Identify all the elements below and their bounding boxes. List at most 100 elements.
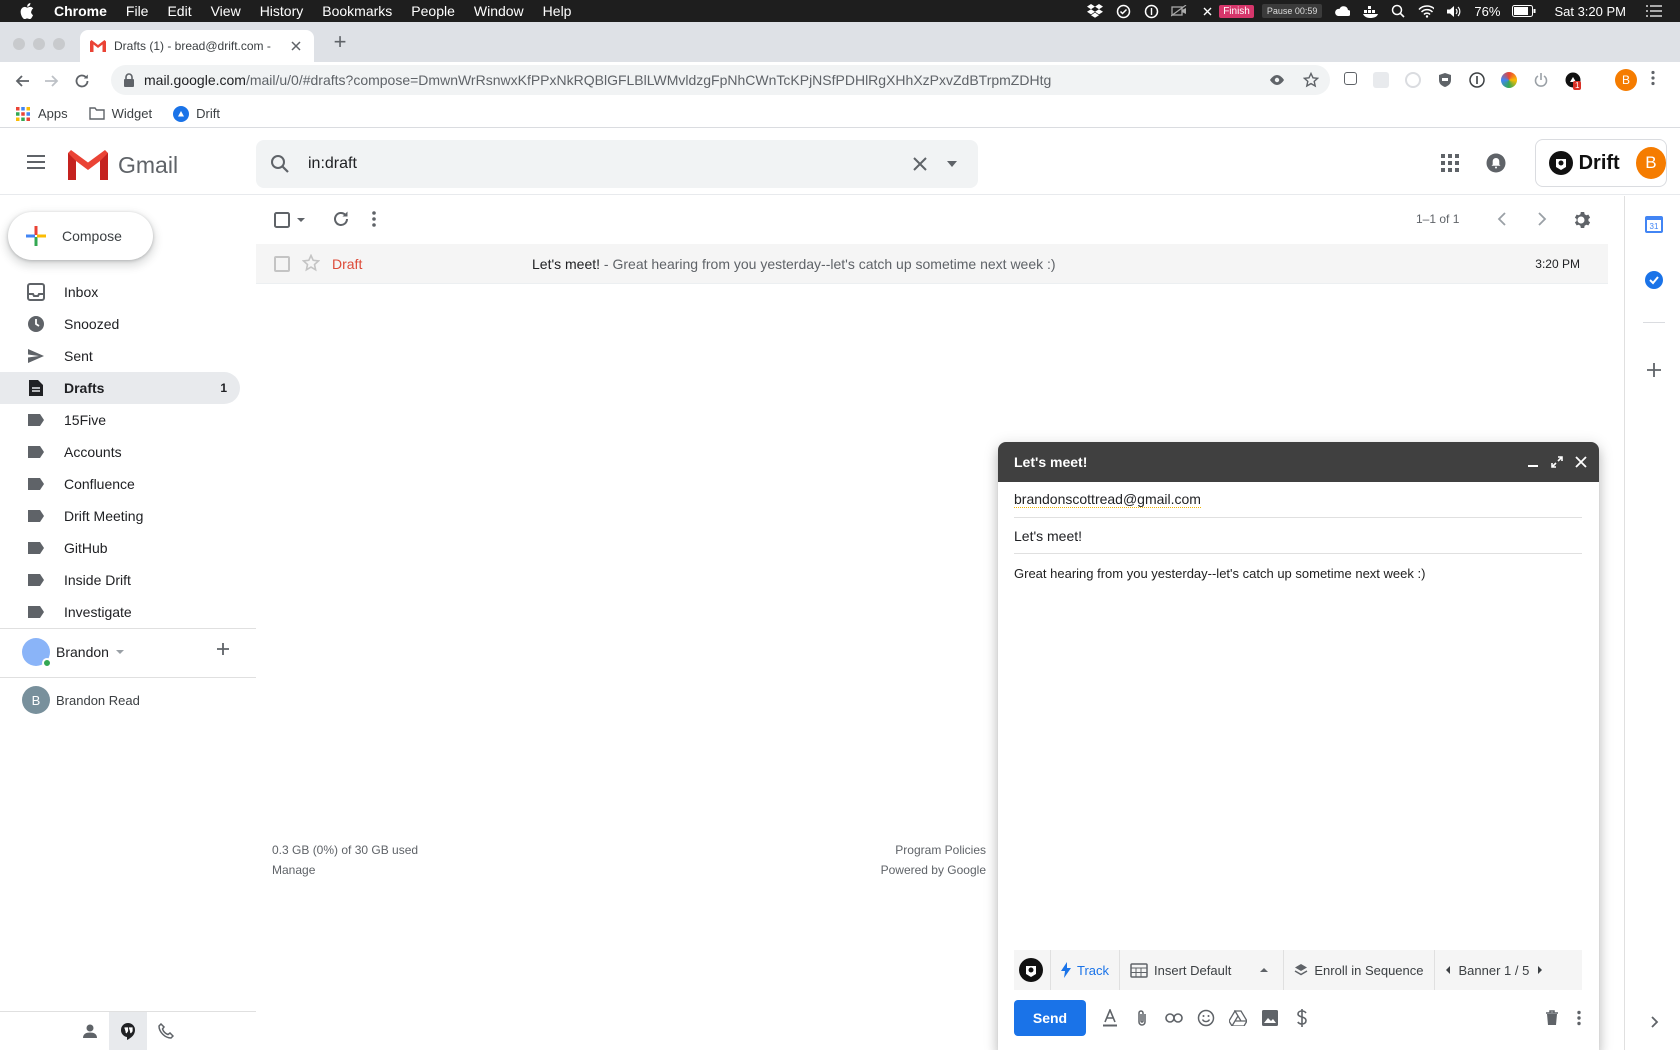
minimize-window-button[interactable]: [33, 38, 45, 50]
recipient-chip[interactable]: brandonscottread@gmail.com: [1014, 491, 1201, 508]
menu-bookmarks[interactable]: Bookmarks: [322, 3, 392, 19]
menu-file[interactable]: File: [126, 3, 149, 19]
sidebar-item-confluence[interactable]: Confluence: [0, 468, 240, 500]
discard-draft-trash-icon[interactable]: [1542, 1008, 1562, 1028]
sidebar-item-investigate[interactable]: Investigate: [0, 596, 240, 628]
bookmark-widget[interactable]: Widget: [88, 106, 152, 122]
insert-default-button[interactable]: Insert Default: [1120, 950, 1285, 990]
search-options-caret-icon[interactable]: [946, 160, 958, 168]
formatting-options-icon[interactable]: [1100, 1008, 1120, 1028]
chrome-menu-icon[interactable]: [1651, 70, 1655, 86]
star-icon[interactable]: [302, 254, 320, 272]
pause-recording-button[interactable]: Pause 00:59: [1261, 4, 1323, 18]
older-chevron-right-icon[interactable]: [1537, 212, 1547, 226]
insert-photo-icon[interactable]: [1260, 1008, 1280, 1028]
add-on-plus-icon[interactable]: [1644, 360, 1664, 380]
cloud-icon[interactable]: [1334, 3, 1351, 19]
reload-button[interactable]: [68, 67, 96, 95]
menu-edit[interactable]: Edit: [167, 3, 191, 19]
message-body[interactable]: Great hearing from you yesterday--let's …: [1014, 566, 1425, 581]
forward-button[interactable]: [38, 67, 66, 95]
sidebar-item-github[interactable]: GitHub: [0, 532, 240, 564]
bookmark-drift[interactable]: Drift: [173, 105, 220, 122]
menu-view[interactable]: View: [211, 3, 241, 19]
refresh-icon[interactable]: [332, 210, 350, 228]
banner-selector[interactable]: Banner 1 / 5: [1435, 950, 1554, 990]
sidebar-item-accounts[interactable]: Accounts: [0, 436, 240, 468]
square-extension-icon[interactable]: [1344, 72, 1357, 85]
checkmark-circle-icon[interactable]: [1115, 3, 1131, 19]
row-checkbox[interactable]: [274, 256, 290, 272]
minimize-icon[interactable]: [1525, 454, 1541, 470]
calendar-icon[interactable]: 31: [1644, 214, 1664, 234]
sidebar-item-15five[interactable]: 15Five: [0, 404, 240, 436]
sidebar-item-sent[interactable]: Sent: [0, 340, 240, 372]
settings-gear-icon[interactable]: [1571, 210, 1591, 230]
menu-app-name[interactable]: Chrome: [54, 3, 107, 19]
menu-history[interactable]: History: [260, 3, 304, 19]
program-policies-link[interactable]: Program Policies: [746, 840, 986, 860]
search-icon[interactable]: [270, 154, 290, 174]
sidebar-item-drift-meeting[interactable]: Drift Meeting: [0, 500, 240, 532]
newer-chevron-left-icon[interactable]: [1497, 212, 1507, 226]
google-drive-icon[interactable]: [1228, 1008, 1248, 1028]
expand-panel-chevron-icon[interactable]: [1644, 1012, 1664, 1032]
send-button[interactable]: Send: [1014, 1000, 1086, 1036]
track-button[interactable]: Track: [1051, 950, 1121, 990]
bookmark-star-icon[interactable]: [1303, 72, 1319, 88]
more-options-icon[interactable]: [1576, 1008, 1582, 1028]
to-field[interactable]: brandonscottread@gmail.com: [1014, 482, 1582, 518]
color-wheel-extension-icon[interactable]: [1501, 72, 1517, 88]
close-window-button[interactable]: [13, 38, 25, 50]
dropbox-icon[interactable]: [1087, 3, 1104, 19]
compose-header[interactable]: Let's meet!: [998, 442, 1599, 482]
dollar-sign-icon[interactable]: [1292, 1008, 1312, 1028]
main-menu-icon[interactable]: [24, 150, 48, 174]
hangouts-contact[interactable]: B Brandon Read: [22, 686, 140, 714]
new-conversation-plus-icon[interactable]: [216, 642, 230, 656]
password-manager-icon[interactable]: [1143, 3, 1159, 19]
insert-link-icon[interactable]: [1164, 1008, 1184, 1028]
drift-account-chip[interactable]: Drift B: [1535, 139, 1667, 187]
grid-extension-icon[interactable]: [1373, 72, 1389, 88]
new-tab-button[interactable]: +: [330, 31, 350, 53]
caret-up-icon[interactable]: [1259, 967, 1269, 973]
tracking-eye-icon[interactable]: [1269, 72, 1285, 88]
sidebar-item-drafts[interactable]: Drafts 1: [0, 372, 240, 404]
onepassword-extension-icon[interactable]: [1469, 72, 1485, 88]
battery-icon[interactable]: [1512, 3, 1536, 19]
tasks-icon[interactable]: [1644, 270, 1664, 290]
volume-icon[interactable]: [1446, 3, 1462, 19]
lock-icon[interactable]: [123, 73, 135, 87]
insert-emoji-icon[interactable]: [1196, 1008, 1216, 1028]
chrome-profile-avatar[interactable]: B: [1615, 69, 1637, 91]
finish-recording-button[interactable]: Finish: [1219, 4, 1254, 18]
notification-center-icon[interactable]: [1646, 3, 1662, 19]
account-avatar[interactable]: B: [1635, 147, 1666, 179]
menubar-clock[interactable]: Sat 3:20 PM: [1554, 4, 1626, 19]
spotlight-search-icon[interactable]: [1390, 3, 1406, 19]
drift-logo-button[interactable]: [1014, 950, 1051, 990]
compose-button[interactable]: Compose: [8, 212, 153, 260]
fullscreen-icon[interactable]: [1549, 454, 1565, 470]
contacts-person-icon[interactable]: [71, 1012, 109, 1050]
attach-file-icon[interactable]: [1132, 1008, 1152, 1028]
timer-extension-icon[interactable]: [1405, 72, 1421, 88]
search-input[interactable]: [308, 155, 912, 173]
sidebar-item-inside-drift[interactable]: Inside Drift: [0, 564, 240, 596]
apple-icon[interactable]: [20, 0, 36, 22]
phone-icon[interactable]: [147, 1012, 185, 1050]
shield-extension-icon[interactable]: [1437, 72, 1453, 88]
enroll-sequence-button[interactable]: Enroll in Sequence: [1284, 950, 1435, 990]
menu-window[interactable]: Window: [474, 3, 524, 19]
drift-extension-icon[interactable]: 1: [1565, 72, 1582, 90]
close-icon[interactable]: [1573, 454, 1589, 470]
banner-prev-icon[interactable]: [1445, 965, 1451, 975]
docker-icon[interactable]: [1362, 3, 1379, 19]
search-bar[interactable]: [256, 140, 978, 188]
manage-storage-link[interactable]: Manage: [272, 860, 418, 880]
camera-off-icon[interactable]: [1171, 3, 1187, 19]
sidebar-item-inbox[interactable]: Inbox: [0, 276, 240, 308]
menu-people[interactable]: People: [411, 3, 455, 19]
url-text[interactable]: mail.google.com/mail/u/0/#drafts?compose…: [144, 72, 1244, 88]
